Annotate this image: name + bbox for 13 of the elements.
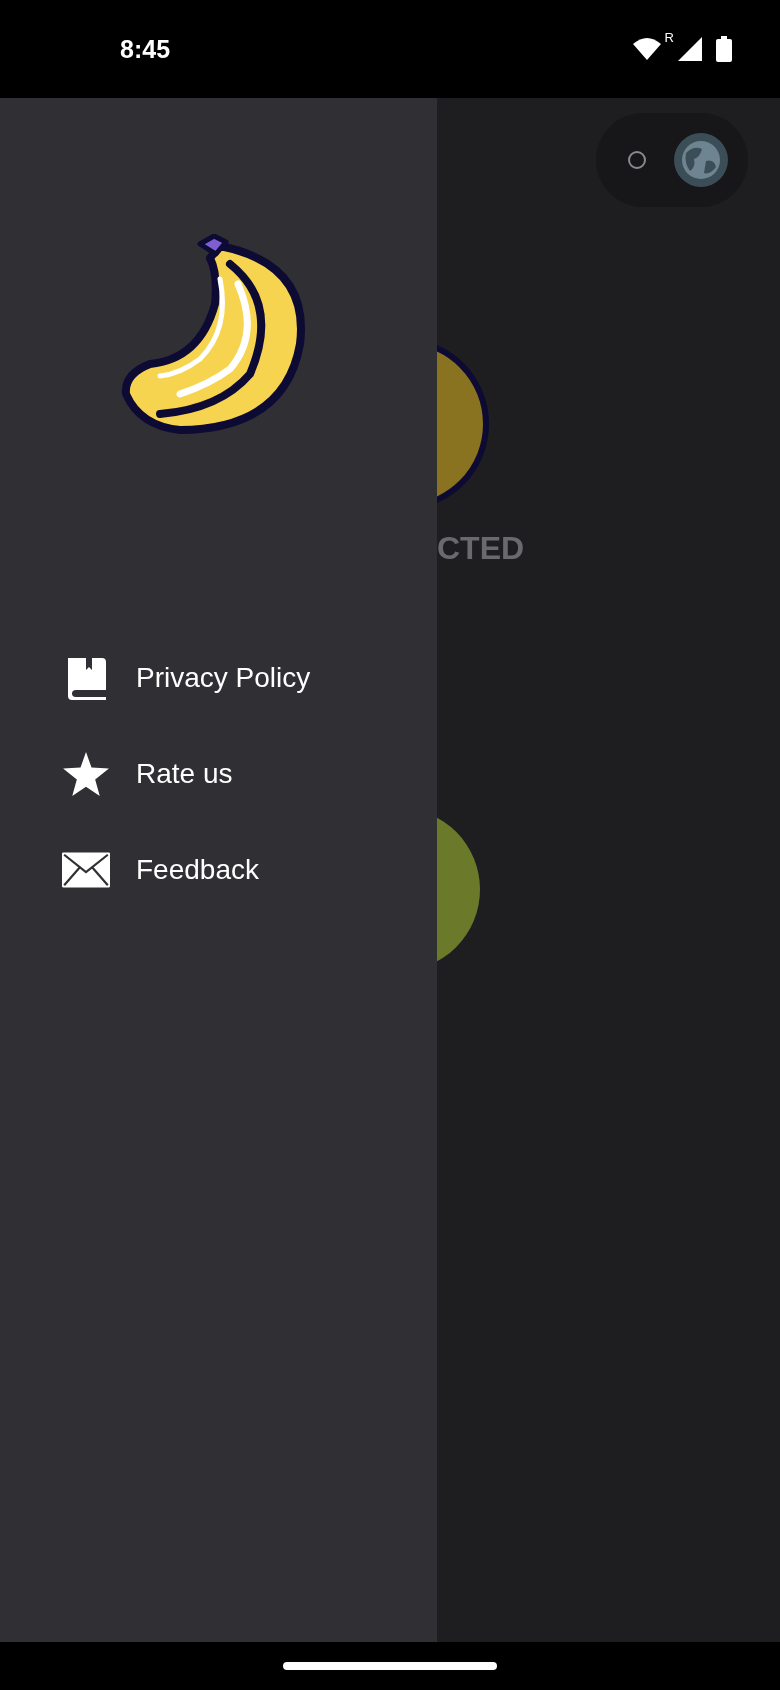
battery-icon <box>716 36 732 62</box>
roaming-indicator: R <box>664 30 674 45</box>
signal-icon <box>678 37 702 61</box>
drawer-menu-item[interactable]: Rate us <box>62 750 437 798</box>
drawer-menu-item[interactable]: Feedback <box>62 846 437 894</box>
star-icon <box>62 752 110 796</box>
clock-time: 8:45 <box>120 34 171 64</box>
globe-icon <box>674 133 728 187</box>
drawer-menu-item[interactable]: Privacy Policy <box>62 654 437 702</box>
radio-ring-icon <box>628 151 646 169</box>
wifi-icon <box>632 38 661 60</box>
connection-status: CTED <box>437 530 525 567</box>
home-handle[interactable] <box>283 1662 497 1670</box>
